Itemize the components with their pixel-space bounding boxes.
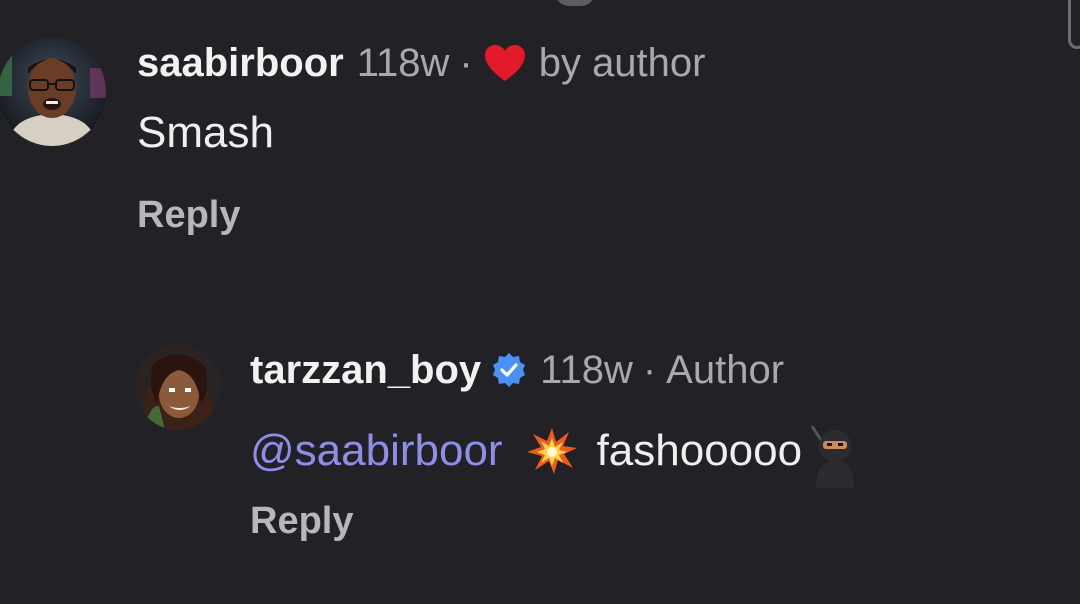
comment-text: fashooooo <box>596 426 803 475</box>
reply-button[interactable]: Reply <box>137 192 240 238</box>
username[interactable]: tarzzan_boy <box>250 346 481 394</box>
timestamp: 118w <box>540 348 633 392</box>
comment-header: tarzzan_boy 118w · Author <box>250 346 784 394</box>
separator: · <box>642 348 657 392</box>
comment-text: Smash <box>137 108 274 157</box>
avatar-image <box>0 38 106 146</box>
separator: · <box>459 41 473 85</box>
comment-text-row: @saabirboor fashooooo <box>250 414 864 488</box>
collision-emoji <box>525 426 579 476</box>
username[interactable]: saabirboor <box>137 39 344 87</box>
comment-tarzzan-boy: tarzzan_boy 118w · Author @saabirboor fa… <box>0 330 1080 590</box>
liked-by-author-label: by author <box>538 41 706 85</box>
reply-button[interactable]: Reply <box>250 498 353 544</box>
ninja-emoji <box>806 424 864 488</box>
avatar[interactable] <box>135 344 221 430</box>
verified-badge-icon <box>491 352 527 388</box>
avatar-image <box>135 344 221 430</box>
timestamp: 118w <box>356 41 450 85</box>
heart-icon <box>483 43 527 83</box>
avatar[interactable] <box>0 38 106 146</box>
author-label: Author <box>666 348 785 392</box>
mention-link[interactable]: @saabirboor <box>250 425 503 477</box>
comment-header: saabirboor 118w · by author <box>137 39 705 87</box>
comment-saabirboor: saabirboor 118w · by author Smash Reply <box>0 0 1080 290</box>
